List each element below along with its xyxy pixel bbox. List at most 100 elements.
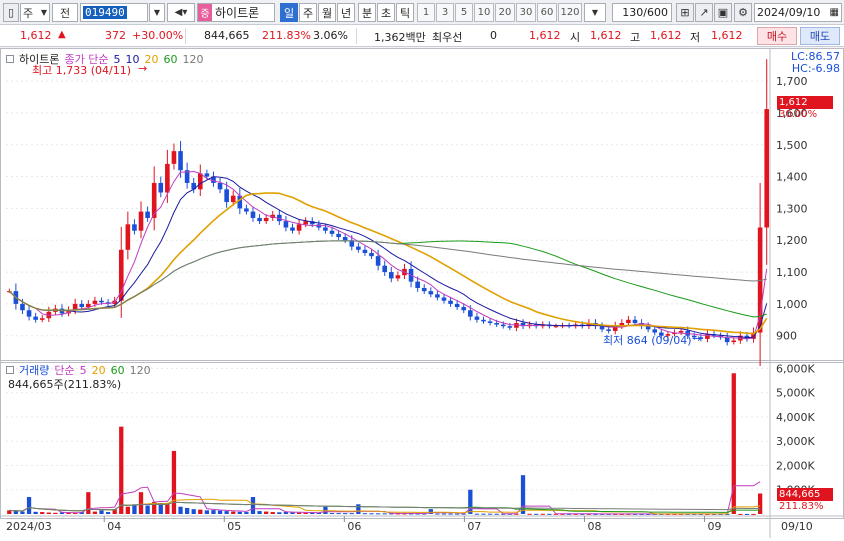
stock-code-input[interactable]: 019490 — [80, 3, 148, 22]
volume-bar — [198, 509, 203, 514]
volume-bar — [435, 513, 440, 515]
chart-canvas[interactable]: 1,7001,6001,5001,4001,3001,2001,1001,000… — [0, 48, 844, 541]
code-dropdown-icon[interactable]: ▼ — [149, 3, 165, 22]
volume-bar — [474, 513, 480, 515]
volume-bar — [751, 513, 756, 515]
interval-10[interactable]: 10 — [474, 3, 494, 22]
candle-body — [118, 249, 124, 301]
sell-button[interactable]: 매도 — [800, 27, 840, 45]
open-label: 시 — [570, 31, 581, 44]
volume-bar — [296, 512, 302, 514]
chart-window: ▯ 주 ▼ 전 019490 ▼ ◀▾ 증 하이트론 일 주 월 년 분 초 틱 … — [0, 0, 844, 541]
calendar-icon[interactable]: ▦ — [830, 7, 839, 18]
candle-body — [33, 316, 38, 320]
candle-body — [448, 300, 453, 304]
candle-body — [283, 221, 289, 228]
volume-current: 844,665주(211.83%) — [8, 378, 122, 391]
interval-3[interactable]: 3 — [436, 3, 454, 22]
volume-bar — [99, 510, 104, 514]
price-badge: 1,612 — [777, 96, 833, 109]
interval-30[interactable]: 30 — [516, 3, 536, 22]
price-panel-frame — [0, 48, 844, 363]
checkbox-icon[interactable] — [6, 366, 14, 374]
save-icon[interactable]: ▣ — [714, 3, 732, 22]
candle-body — [204, 173, 210, 177]
candle-body — [138, 211, 144, 231]
layout-icon[interactable]: ▯ — [3, 3, 19, 22]
volume-bar — [217, 510, 223, 514]
candle-body — [197, 173, 203, 190]
candle-body — [606, 329, 611, 331]
interval-5[interactable]: 5 — [455, 3, 473, 22]
x-tick-label: 07 — [467, 520, 481, 533]
change-value: 372 — [105, 29, 126, 42]
period-week[interactable]: 주 — [299, 3, 317, 22]
volume-tick-label: 6,000K — [776, 362, 815, 375]
volume-bar — [547, 513, 552, 515]
count-value: 130/600 — [622, 6, 668, 19]
date-input[interactable]: 2024/09/10 ▦ — [754, 3, 842, 22]
gear-icon[interactable]: ⚙ — [734, 3, 752, 22]
sound-icon[interactable]: ◀▾ — [167, 3, 195, 22]
arrow-right-icon: → — [692, 332, 702, 345]
period-month[interactable]: 월 — [318, 3, 336, 22]
interval-20[interactable]: 20 — [495, 3, 515, 22]
volume-bar — [191, 509, 196, 514]
volume-pct-badge: 211.83% — [779, 501, 824, 512]
candle-body — [178, 151, 183, 171]
candle-body — [125, 224, 131, 250]
interval-1[interactable]: 1 — [417, 3, 435, 22]
interval-120[interactable]: 120 — [558, 3, 582, 22]
volume-bar — [270, 512, 275, 514]
period-day[interactable]: 일 — [280, 3, 298, 22]
interval-60[interactable]: 60 — [537, 3, 557, 22]
candle-body — [158, 182, 164, 193]
volume-bar — [455, 513, 460, 515]
period-second[interactable]: 초 — [377, 3, 395, 22]
price-tick-label: 1,100 — [776, 266, 808, 279]
low-note: 최저 864 (09/04) — [603, 334, 692, 347]
candle-body — [461, 307, 467, 311]
volume-bar — [66, 513, 71, 515]
period-minute[interactable]: 분 — [358, 3, 376, 22]
toolbar: ▯ 주 ▼ 전 019490 ▼ ◀▾ 증 하이트론 일 주 월 년 분 초 틱 … — [0, 0, 844, 25]
period-tick[interactable]: 틱 — [396, 3, 414, 22]
candle-body — [375, 256, 381, 266]
candle-body — [79, 303, 85, 308]
count-input[interactable]: 130/600 — [612, 3, 672, 22]
interval-dropdown-icon[interactable]: ▼ — [584, 3, 606, 22]
candle-body — [99, 300, 104, 303]
vma-20-label: 20 — [91, 363, 106, 377]
type-button[interactable]: 전 — [52, 3, 78, 22]
candle-icon[interactable]: ⊞ — [676, 3, 694, 22]
volume-badge: 844,665 — [777, 488, 833, 501]
type-label: 전 — [59, 6, 71, 20]
chart-area[interactable]: 1,700 1,600 1,500 1,400 1,300 1,200 1,100 1,000… — [0, 48, 844, 541]
candle-body — [395, 275, 401, 279]
volume-bar — [382, 513, 387, 515]
candle-body — [369, 252, 374, 257]
buy-button[interactable]: 매수 — [757, 27, 797, 45]
candle-body — [481, 319, 486, 322]
volume-bar — [744, 513, 750, 515]
vma-5-label: 5 — [79, 363, 87, 377]
period-year[interactable]: 년 — [337, 3, 355, 22]
x-tick-label: 09/10 — [781, 520, 813, 533]
candle-body — [362, 249, 368, 253]
stock-name-box[interactable]: 증 하이트론 — [197, 3, 275, 22]
price-tick-label: 1,300 — [776, 202, 808, 215]
x-tick-label: 2024/03 — [6, 520, 52, 533]
candle-body — [171, 151, 177, 164]
hc-indicator: HC:-6.98 — [791, 62, 840, 75]
volume-bar — [349, 513, 354, 515]
market-select[interactable]: 주 ▼ — [20, 3, 50, 22]
candle-body — [388, 272, 394, 279]
trade-amount: 1,362백만 — [374, 31, 426, 44]
volume-bar — [369, 513, 374, 515]
volume-bar — [738, 513, 743, 515]
volume-bar — [224, 511, 229, 514]
volume-bar — [244, 512, 249, 514]
chart-line-icon[interactable]: ↗ — [695, 3, 713, 22]
checkbox-icon[interactable] — [6, 55, 14, 63]
volume-bar — [13, 511, 19, 514]
